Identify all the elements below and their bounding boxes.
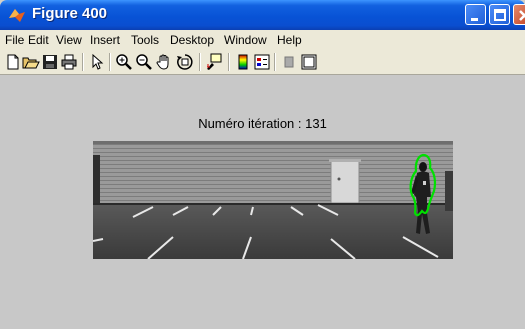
open-file-icon[interactable] — [22, 53, 40, 71]
menu-help[interactable]: Help — [277, 33, 302, 47]
data-cursor-icon[interactable] — [205, 53, 223, 71]
edit-plot-arrow-icon[interactable] — [88, 53, 106, 71]
toolbar-separator — [82, 53, 84, 71]
toolbar-separator — [274, 53, 276, 71]
pan-hand-icon[interactable] — [155, 53, 173, 71]
toolbar-separator — [199, 53, 201, 71]
parking-lot-pedestrian-photo — [93, 141, 453, 259]
matlab-logo-icon — [9, 9, 25, 22]
menu-view[interactable]: View — [56, 33, 82, 47]
print-icon[interactable] — [60, 53, 78, 71]
menu-insert[interactable]: Insert — [90, 33, 120, 47]
menu-file[interactable]: File — [5, 33, 24, 47]
toolbar-separator — [228, 53, 230, 71]
matlab-figure-window: Figure 400 File Edit View Insert Tools D… — [0, 0, 525, 329]
toolbar-separator — [109, 53, 111, 71]
window-title: Figure 400 — [32, 5, 108, 22]
title-bar[interactable]: Figure 400 — [0, 0, 525, 30]
menu-window[interactable]: Window — [224, 33, 267, 47]
axes-title: Numéro itération : 131 — [198, 116, 327, 131]
zoom-out-icon[interactable] — [135, 53, 153, 71]
minimize-button[interactable] — [465, 4, 486, 25]
close-icon — [519, 10, 525, 21]
menu-desktop[interactable]: Desktop — [170, 33, 214, 47]
maximize-icon — [494, 9, 506, 21]
menu-edit[interactable]: Edit — [28, 33, 49, 47]
rotate-3d-icon[interactable] — [176, 53, 194, 71]
new-figure-icon[interactable] — [4, 53, 22, 71]
maximize-button[interactable] — [489, 4, 510, 25]
show-plot-tools-icon[interactable] — [300, 53, 318, 71]
close-button[interactable] — [513, 4, 525, 25]
zoom-in-icon[interactable] — [115, 53, 133, 71]
menu-bar: File Edit View Insert Tools Desktop Wind… — [0, 30, 525, 50]
hide-plot-tools-icon[interactable] — [280, 53, 298, 71]
insert-legend-icon[interactable] — [253, 53, 271, 71]
insert-colorbar-icon[interactable] — [234, 53, 252, 71]
save-icon[interactable] — [41, 53, 59, 71]
figure-toolbar — [0, 50, 525, 75]
minimize-icon — [471, 18, 478, 21]
menu-tools[interactable]: Tools — [131, 33, 159, 47]
